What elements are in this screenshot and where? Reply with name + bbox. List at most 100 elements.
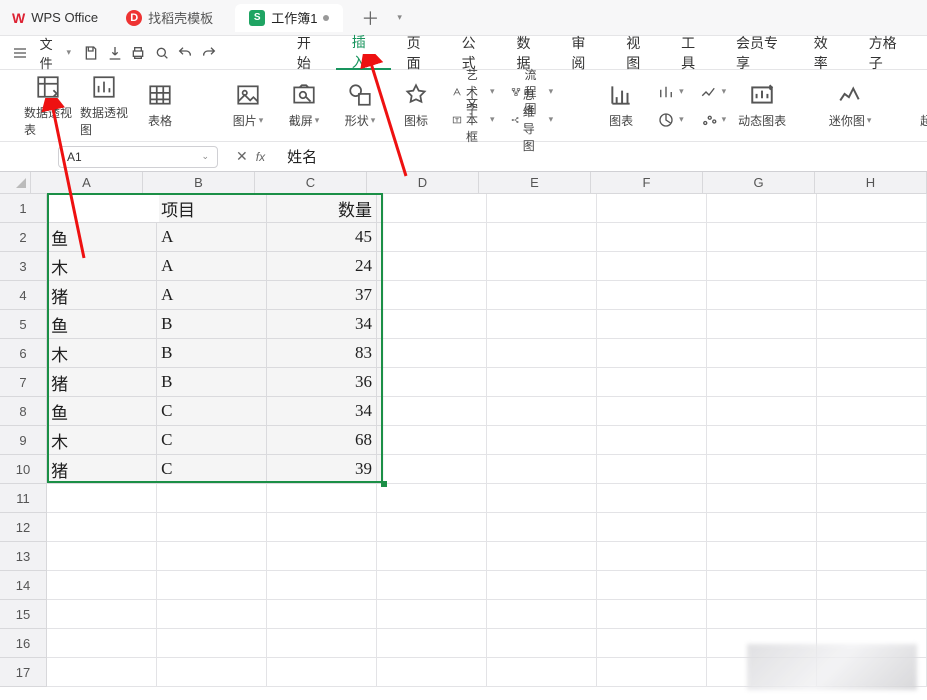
cell[interactable] <box>817 310 927 339</box>
cell[interactable] <box>47 571 157 600</box>
cell[interactable]: 猪 <box>47 455 157 484</box>
cell[interactable] <box>597 484 707 513</box>
cell[interactable] <box>487 600 597 629</box>
cell[interactable] <box>47 629 157 658</box>
doc-tab-templates[interactable]: D 找稻壳模板 <box>112 4 227 32</box>
cell[interactable] <box>707 223 817 252</box>
chart-button[interactable]: 图表 <box>593 74 649 138</box>
cell[interactable]: B <box>157 368 267 397</box>
menu-tab[interactable]: 数据 <box>500 36 555 70</box>
cell[interactable]: 数量 <box>267 194 377 223</box>
cell[interactable] <box>817 223 927 252</box>
cell[interactable] <box>377 658 487 687</box>
cell[interactable]: A <box>157 281 267 310</box>
cell[interactable] <box>487 223 597 252</box>
cell[interactable] <box>817 281 927 310</box>
cell[interactable] <box>707 426 817 455</box>
cell[interactable] <box>377 513 487 542</box>
cell[interactable]: 34 <box>267 310 377 339</box>
cell[interactable] <box>157 629 267 658</box>
cell[interactable] <box>707 368 817 397</box>
cell[interactable] <box>377 426 487 455</box>
cell[interactable] <box>487 484 597 513</box>
cell[interactable]: A <box>157 252 267 281</box>
cell[interactable] <box>597 194 707 223</box>
column-header[interactable]: E <box>479 172 591 194</box>
cell[interactable] <box>597 223 707 252</box>
cell[interactable] <box>597 513 707 542</box>
name-box[interactable]: A1 ⌄ <box>58 146 218 168</box>
cell[interactable]: 45 <box>267 223 377 252</box>
cell[interactable] <box>157 542 267 571</box>
cell[interactable] <box>817 252 927 281</box>
cell[interactable] <box>377 455 487 484</box>
cell[interactable] <box>487 455 597 484</box>
cancel-icon[interactable]: ✕ <box>236 148 248 165</box>
cell[interactable] <box>707 281 817 310</box>
cell[interactable]: 24 <box>267 252 377 281</box>
cell[interactable] <box>707 455 817 484</box>
cell[interactable]: B <box>157 339 267 368</box>
cell[interactable] <box>487 194 597 223</box>
menu-tab[interactable]: 公式 <box>446 36 501 70</box>
cell[interactable]: 木 <box>47 426 157 455</box>
tab-overflow-chevron[interactable]: ▾ <box>397 12 402 23</box>
new-tab-button[interactable]: ＋ <box>351 5 389 31</box>
small-chart-4-button[interactable]: ▾ <box>696 107 731 133</box>
cell[interactable] <box>707 542 817 571</box>
menu-tab[interactable]: 页面 <box>391 36 446 70</box>
cell[interactable] <box>377 542 487 571</box>
cell[interactable]: 姓名 <box>47 194 157 223</box>
cell[interactable]: 木 <box>47 339 157 368</box>
menu-tab[interactable]: 开始 <box>281 36 336 70</box>
export-icon[interactable] <box>103 40 127 66</box>
cell[interactable] <box>487 339 597 368</box>
row-header[interactable]: 9 <box>0 426 47 455</box>
cell[interactable] <box>377 339 487 368</box>
cell[interactable] <box>487 281 597 310</box>
row-header[interactable]: 16 <box>0 629 47 658</box>
cell[interactable] <box>377 310 487 339</box>
cell[interactable] <box>487 629 597 658</box>
redo-icon[interactable] <box>197 40 221 66</box>
select-all-corner[interactable] <box>0 172 31 194</box>
cell[interactable] <box>707 310 817 339</box>
cell[interactable] <box>47 658 157 687</box>
cell[interactable] <box>157 513 267 542</box>
cell[interactable] <box>267 484 377 513</box>
cell[interactable]: 36 <box>267 368 377 397</box>
cell[interactable] <box>817 339 927 368</box>
cell[interactable] <box>377 194 487 223</box>
cell[interactable] <box>597 281 707 310</box>
cell[interactable] <box>377 397 487 426</box>
cell[interactable] <box>267 600 377 629</box>
sparkline-button[interactable]: 迷你图 ▾ <box>822 74 878 138</box>
cell[interactable] <box>377 484 487 513</box>
small-chart-2-button[interactable]: ▾ <box>653 107 688 133</box>
textbox-button[interactable]: 文本框 ▾ <box>448 107 499 133</box>
cell[interactable]: 鱼 <box>47 397 157 426</box>
cell[interactable]: 37 <box>267 281 377 310</box>
cell[interactable]: 猪 <box>47 281 157 310</box>
cell[interactable] <box>267 571 377 600</box>
print-preview-icon[interactable] <box>150 40 174 66</box>
save-icon[interactable] <box>79 40 103 66</box>
cell[interactable]: B <box>157 310 267 339</box>
cell[interactable] <box>707 571 817 600</box>
row-header[interactable]: 4 <box>0 281 47 310</box>
cell[interactable] <box>597 426 707 455</box>
screenshot-button[interactable]: 截屏 ▾ <box>276 74 332 138</box>
row-header[interactable]: 7 <box>0 368 47 397</box>
row-header[interactable]: 8 <box>0 397 47 426</box>
cell[interactable] <box>597 658 707 687</box>
column-header[interactable]: G <box>703 172 815 194</box>
row-header[interactable]: 12 <box>0 513 47 542</box>
hyperlink-button[interactable]: 超链接 <box>910 74 927 138</box>
cell[interactable] <box>597 571 707 600</box>
table-button[interactable]: 表格 <box>132 74 188 138</box>
menu-tab[interactable]: 工具 <box>665 36 720 70</box>
cell[interactable]: C <box>157 455 267 484</box>
cell[interactable] <box>157 484 267 513</box>
cell[interactable] <box>817 600 927 629</box>
cell[interactable]: 木 <box>47 252 157 281</box>
